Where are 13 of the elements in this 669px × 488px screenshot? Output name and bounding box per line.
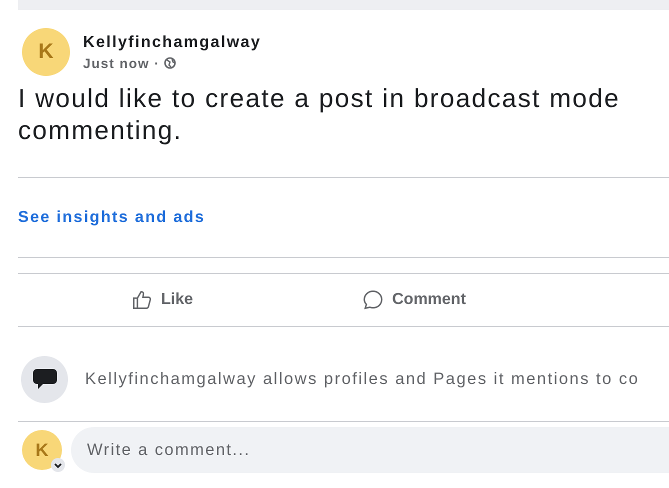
author-name[interactable]: Kellyfinchamgalway [83, 34, 262, 52]
comment-notice-icon [21, 356, 68, 402]
post-text: commenting. [18, 114, 184, 146]
post-text: I would like to create a post in broadcast mode [18, 82, 621, 114]
thumbs-up-icon [130, 289, 153, 311]
post-time[interactable]: Just now · [83, 56, 160, 70]
globe-icon [164, 57, 176, 69]
comment-notice-text: Kellyfinchamgalway allows profiles and Pages it mentions to co [85, 370, 640, 388]
comment-button[interactable]: Comment [324, 289, 504, 311]
comment-input[interactable]: Write a comment... [71, 427, 669, 473]
speech-bubble-icon [362, 289, 384, 311]
like-button[interactable]: Like [0, 289, 324, 311]
insights-link[interactable]: See insights and ads [18, 209, 206, 227]
